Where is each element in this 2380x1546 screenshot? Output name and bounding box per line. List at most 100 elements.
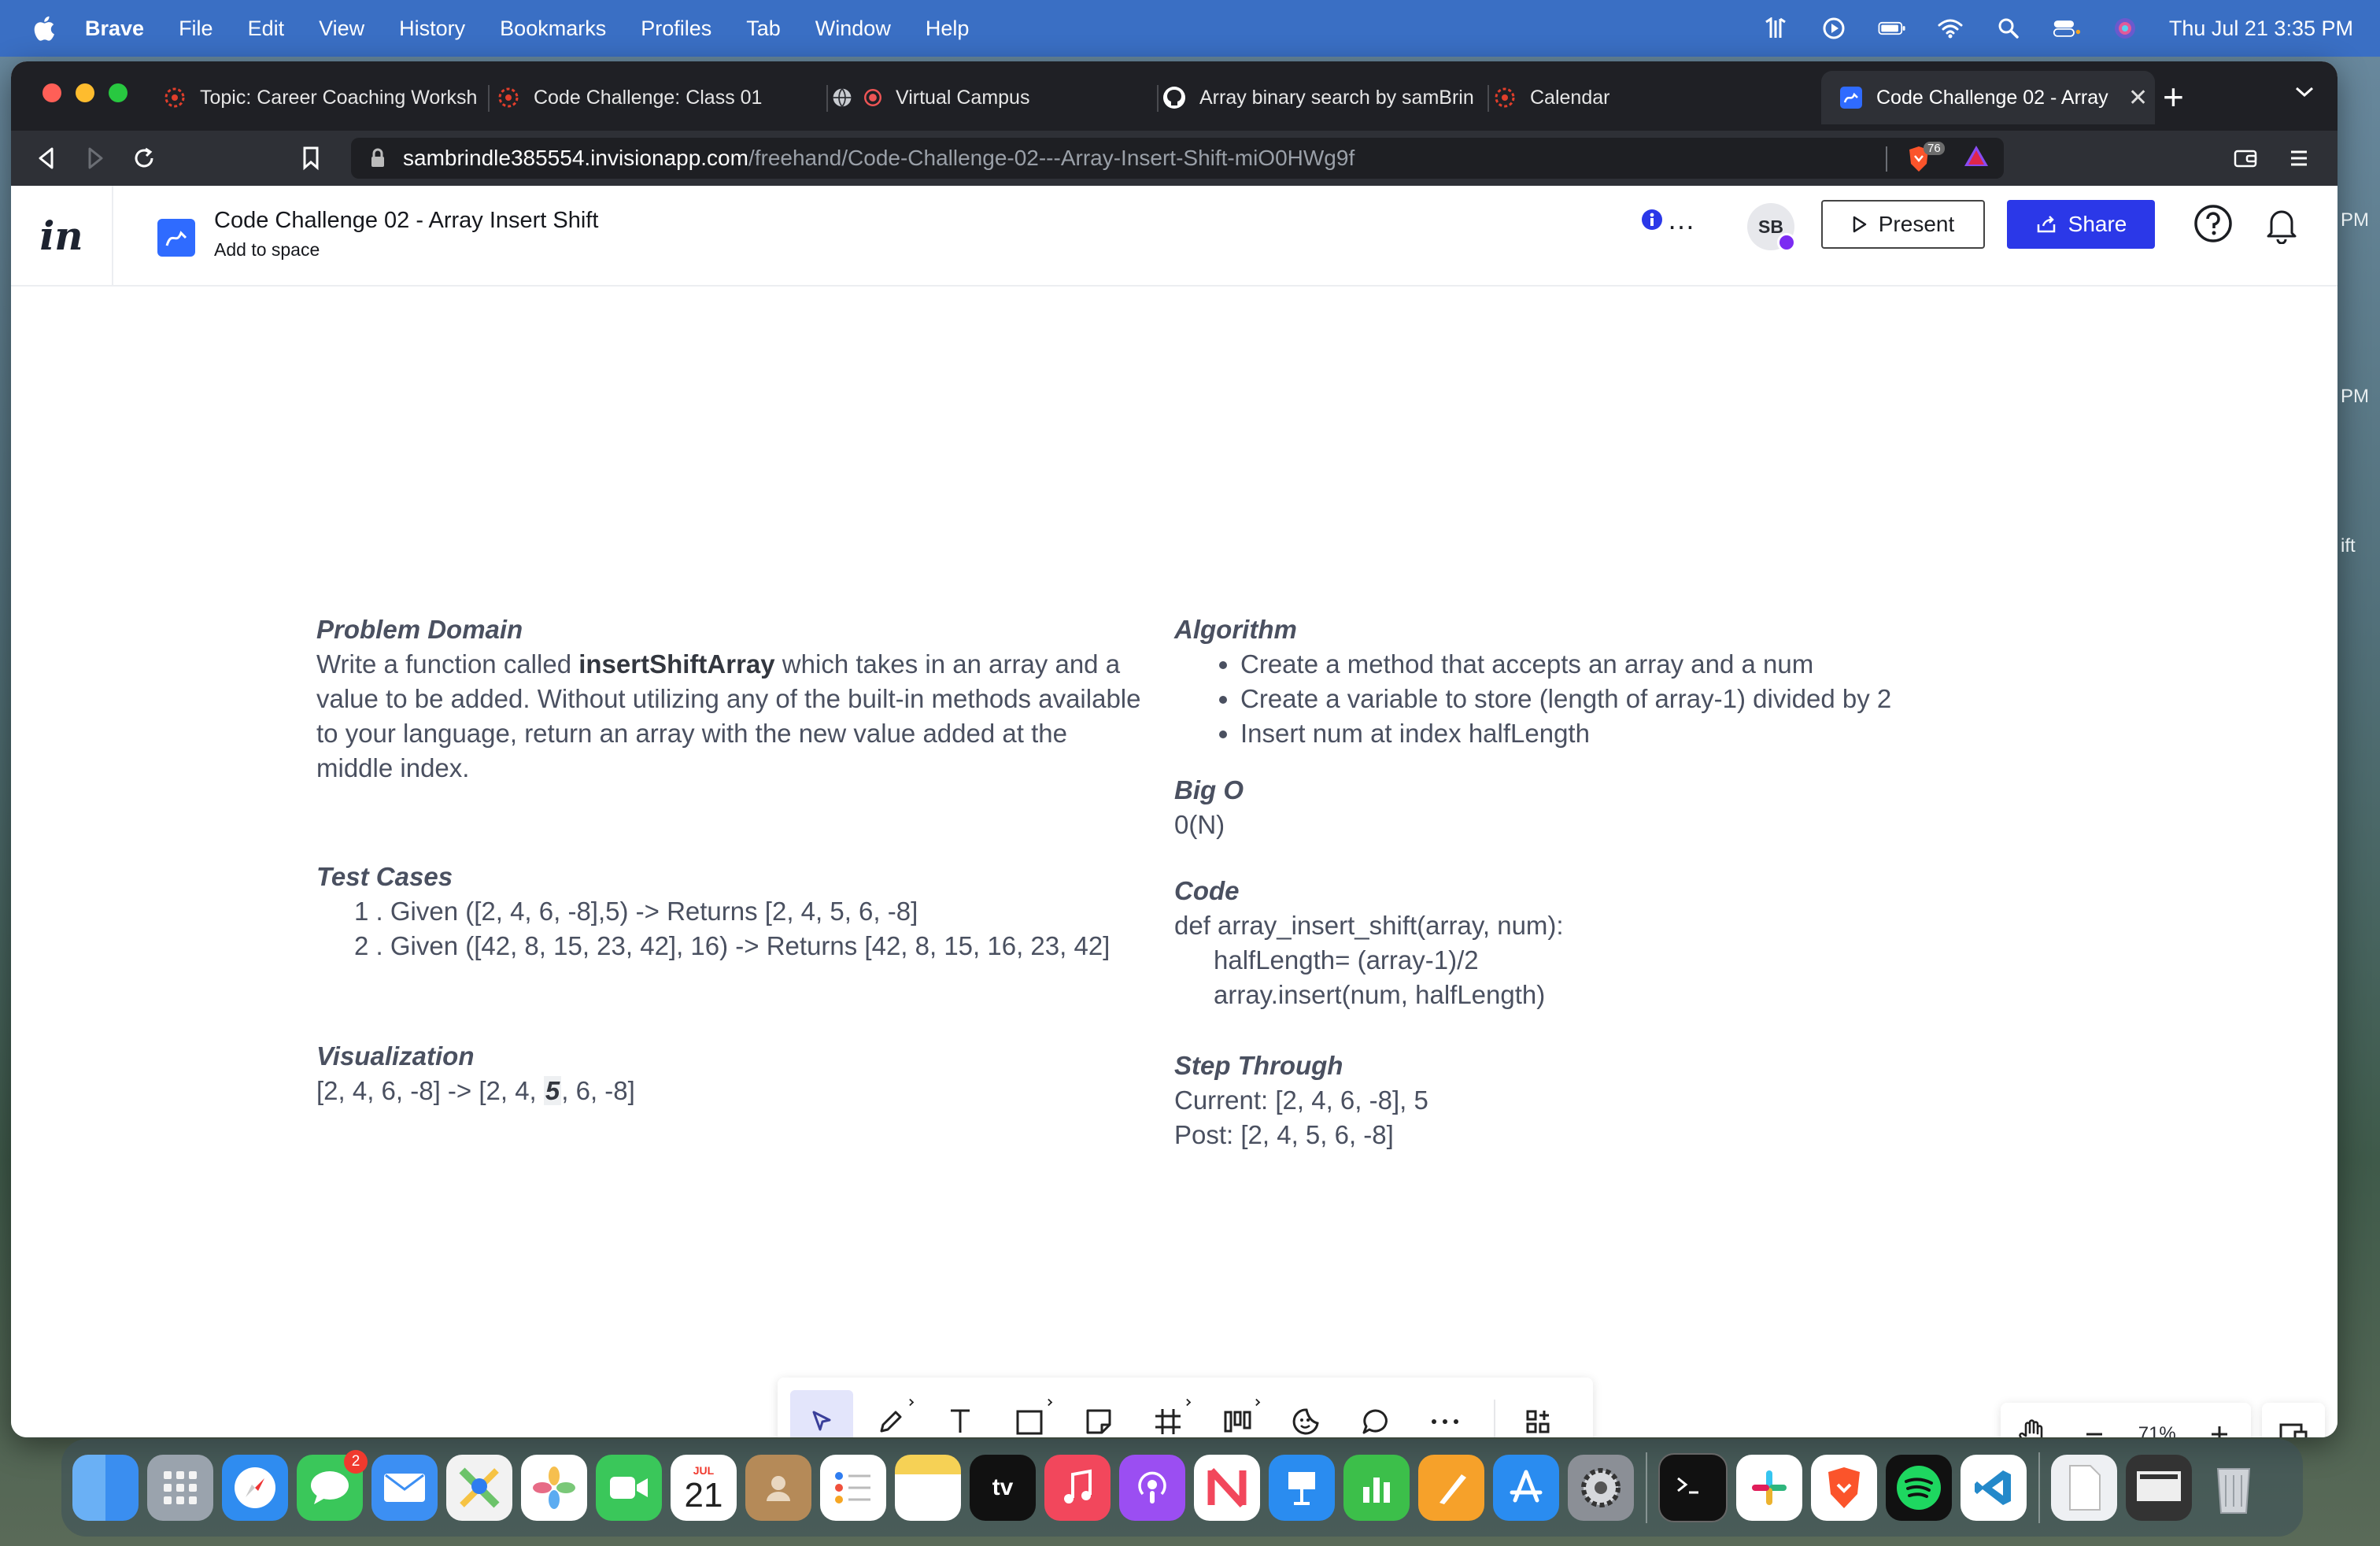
tab-array-binary-search[interactable]: Array binary search by samBrin [1162, 71, 1484, 124]
numbers-icon[interactable] [1343, 1455, 1410, 1521]
apple-tv-icon[interactable]: tv [970, 1455, 1036, 1521]
brave-browser-icon[interactable] [1811, 1455, 1877, 1521]
siri-icon[interactable] [2111, 17, 2139, 40]
maps-icon[interactable] [446, 1455, 512, 1521]
wallet-icon[interactable] [2229, 142, 2262, 175]
hand-pan-tool[interactable] [2001, 1403, 2064, 1437]
zoom-in-button[interactable] [2189, 1403, 2252, 1437]
tab-virtual-campus[interactable]: Virtual Campus [831, 71, 1154, 124]
code-note[interactable]: Code def array_insert_shift(array, num):… [1174, 874, 1883, 1012]
launchpad-icon[interactable] [147, 1455, 213, 1521]
pages-icon[interactable] [1418, 1455, 1484, 1521]
visualization-note[interactable]: Visualization [2, 4, 6, -8] -> [2, 4, 5,… [316, 1039, 1103, 1108]
layout-tool[interactable] [1206, 1390, 1269, 1437]
frame-tool[interactable] [1136, 1390, 1199, 1437]
invision-logo[interactable]: in [11, 186, 113, 285]
spotlight-search-icon[interactable] [1994, 17, 2023, 40]
doc-title[interactable]: Code Challenge 02 - Array Insert Shift [214, 208, 598, 234]
bookmark-icon[interactable] [294, 142, 327, 175]
slack-icon[interactable] [1736, 1455, 1802, 1521]
minimize-window-button[interactable] [76, 83, 94, 102]
menu-app-brave[interactable]: Brave [85, 17, 144, 41]
present-button[interactable]: Present [1821, 200, 1985, 249]
mail-icon[interactable] [371, 1455, 438, 1521]
terminal-icon[interactable] [1658, 1453, 1728, 1522]
system-preferences-icon[interactable] [1568, 1455, 1634, 1521]
calendar-app-icon[interactable]: JUL 21 [671, 1455, 737, 1521]
menu-history[interactable]: History [399, 17, 465, 41]
menu-clock[interactable]: Thu Jul 21 3:35 PM [2169, 17, 2353, 41]
news-icon[interactable] [1194, 1455, 1260, 1521]
vscode-icon[interactable] [1961, 1455, 2027, 1521]
html-file-icon[interactable] [2051, 1455, 2117, 1521]
apple-menu-icon[interactable] [30, 14, 57, 43]
menu-profiles[interactable]: Profiles [641, 17, 711, 41]
keynote-icon[interactable] [1269, 1455, 1335, 1521]
user-avatar[interactable]: SB [1747, 203, 1796, 252]
spotify-icon[interactable] [1886, 1455, 1952, 1521]
sticky-note-tool[interactable] [1067, 1390, 1130, 1437]
trash-icon[interactable] [2201, 1455, 2267, 1521]
new-tab-button[interactable]: + [2163, 79, 2184, 115]
shape-tool[interactable] [998, 1390, 1061, 1437]
present-screen-button[interactable] [2262, 1403, 2325, 1437]
safari-icon[interactable] [222, 1455, 288, 1521]
reminders-icon[interactable] [820, 1455, 886, 1521]
more-options-icon[interactable]: … [1667, 205, 1695, 234]
freehand-canvas[interactable]: Problem Domain Write a function called i… [11, 287, 2338, 1437]
info-icon[interactable] [1640, 208, 1664, 231]
tab-calendar[interactable]: Calendar [1492, 71, 1815, 124]
pen-tool[interactable] [859, 1390, 922, 1437]
test-cases-note[interactable]: Test Cases 1 . Given ([2, 4, 6, -8],5) -… [316, 860, 1166, 963]
tab-code-challenge-class-01[interactable]: Code Challenge: Class 01 [496, 71, 819, 124]
close-tab-icon[interactable]: ✕ [2128, 84, 2148, 112]
podcasts-icon[interactable] [1119, 1455, 1185, 1521]
browser-menu-icon[interactable] [2282, 142, 2315, 175]
step-through-note[interactable]: Step Through Current: [2, 4, 6, -8], 5 P… [1174, 1049, 1883, 1152]
apps-tool[interactable] [1506, 1390, 1569, 1437]
app-store-icon[interactable] [1493, 1455, 1559, 1521]
algorithm-note[interactable]: Algorithm Create a method that accepts a… [1174, 612, 2024, 751]
zoom-window-button[interactable] [109, 83, 128, 102]
menu-view[interactable]: View [319, 17, 364, 41]
select-tool[interactable] [790, 1390, 853, 1437]
finder-icon[interactable] [72, 1455, 139, 1521]
zoom-out-button[interactable] [2064, 1403, 2127, 1437]
control-center-icon[interactable] [2053, 17, 2081, 40]
wifi-icon[interactable] [1936, 17, 1964, 40]
back-icon[interactable] [30, 142, 63, 175]
add-to-space-link[interactable]: Add to space [214, 239, 320, 261]
share-button[interactable]: Share [2007, 200, 2155, 249]
menu-tab[interactable]: Tab [746, 17, 781, 41]
screenshot-file-icon[interactable] [2126, 1455, 2192, 1521]
forward-icon[interactable] [79, 142, 112, 175]
zoom-level[interactable]: 71% [2126, 1423, 2189, 1437]
contacts-icon[interactable] [745, 1455, 811, 1521]
brave-shields-icon[interactable]: 76 [1906, 141, 1945, 173]
menu-bookmarks[interactable]: Bookmarks [500, 17, 606, 41]
menu-help[interactable]: Help [926, 17, 970, 41]
more-tools[interactable] [1414, 1390, 1476, 1437]
menu-edit[interactable]: Edit [248, 17, 285, 41]
notifications-bell-icon[interactable] [2262, 203, 2301, 248]
stickers-tool[interactable] [1275, 1390, 1338, 1437]
comment-tool[interactable] [1344, 1390, 1407, 1437]
tab-list-chevron-icon[interactable] [2293, 83, 2315, 103]
menu-file[interactable]: File [179, 17, 213, 41]
messages-icon[interactable]: 2 [297, 1450, 368, 1521]
reload-icon[interactable] [128, 142, 161, 175]
tab-code-challenge-02-active[interactable]: Code Challenge 02 - Array ✕ [1821, 71, 2155, 124]
big-o-note[interactable]: Big O 0(N) [1174, 773, 1646, 842]
address-bar[interactable]: sambrindle385554.invisionapp.com/freehan… [351, 138, 2004, 179]
airdrop-icon[interactable] [1761, 17, 1790, 40]
play-circle-icon[interactable] [1820, 17, 1848, 40]
help-icon[interactable] [2193, 203, 2234, 248]
text-tool[interactable] [929, 1390, 992, 1437]
problem-domain-note[interactable]: Problem Domain Write a function called i… [316, 612, 1151, 786]
close-window-button[interactable] [42, 83, 61, 102]
facetime-icon[interactable] [596, 1455, 662, 1521]
music-icon[interactable] [1044, 1455, 1111, 1521]
menu-window[interactable]: Window [815, 17, 891, 41]
tab-career-coaching[interactable]: Topic: Career Coaching Worksh [162, 71, 485, 124]
brave-rewards-icon[interactable] [1963, 144, 1990, 173]
